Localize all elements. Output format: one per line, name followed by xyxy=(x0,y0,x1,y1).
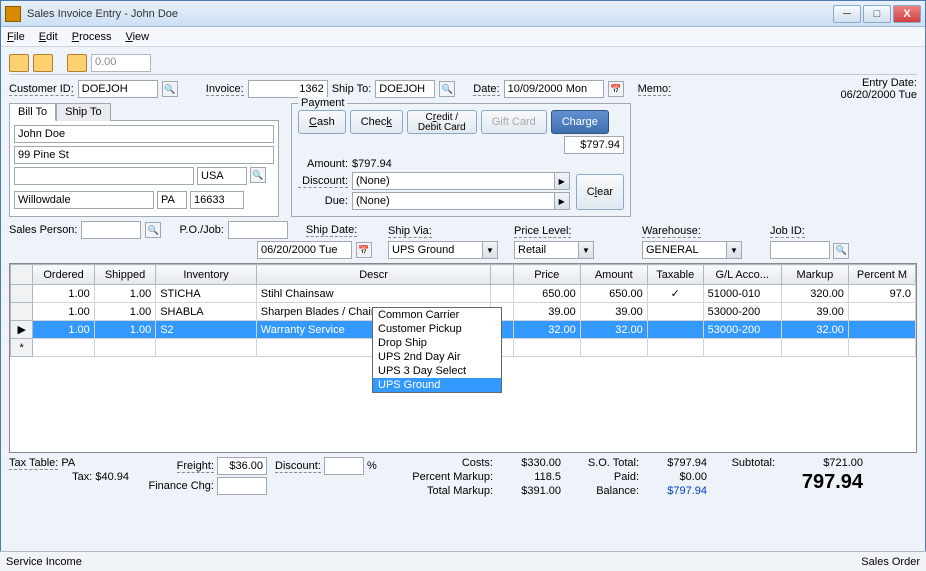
shipdate-label: Ship Date: xyxy=(306,224,357,237)
shipvia-dropdown-list[interactable]: Common CarrierCustomer PickupDrop ShipUP… xyxy=(372,307,502,393)
minimize-button[interactable]: ─ xyxy=(833,5,861,23)
billto-name[interactable] xyxy=(14,125,274,143)
pojob-label: P.O./Job: xyxy=(179,224,223,236)
billto-zip[interactable] xyxy=(190,191,244,209)
table-row[interactable]: 1.001.00STICHAStihl Chainsaw650.00650.00… xyxy=(11,285,916,303)
jobid-lookup-icon[interactable]: 🔍 xyxy=(833,243,849,259)
customer-id-label: Customer ID: xyxy=(9,83,74,96)
discount-pct-field[interactable] xyxy=(324,457,364,475)
invoice-field[interactable] xyxy=(248,80,328,98)
pricelevel-combo[interactable]: Retail▼ xyxy=(514,241,594,259)
toolbar-value: 0.00 xyxy=(91,54,151,72)
menu-edit[interactable]: Edit xyxy=(39,31,58,43)
tab-billto[interactable]: Bill To xyxy=(9,103,56,121)
entry-date-value: 06/20/2000 Tue xyxy=(841,89,917,101)
billto-country[interactable] xyxy=(197,167,247,185)
date-field[interactable] xyxy=(504,80,604,98)
pricelevel-label: Price Level: xyxy=(514,225,571,238)
discount-label: Discount: xyxy=(298,175,348,188)
amount-label: Amount: xyxy=(298,158,348,170)
amount-value: $797.94 xyxy=(352,158,392,170)
invoice-label: Invoice: xyxy=(206,83,244,96)
tab-shipto[interactable]: Ship To xyxy=(56,103,111,121)
menu-view[interactable]: View xyxy=(125,31,149,43)
jobid-field[interactable] xyxy=(770,241,830,259)
country-lookup-icon[interactable]: 🔍 xyxy=(250,167,266,183)
shipvia-option[interactable]: UPS 2nd Day Air xyxy=(373,350,501,364)
due-combo[interactable]: (None)▶ xyxy=(352,192,570,210)
window-title: Sales Invoice Entry - John Doe xyxy=(27,8,833,20)
shipto-field[interactable] xyxy=(375,80,435,98)
shipvia-option[interactable]: Common Carrier xyxy=(373,308,501,322)
warehouse-combo[interactable]: GENERAL▼ xyxy=(642,241,742,259)
customer-id-field[interactable] xyxy=(78,80,158,98)
shipdate-field[interactable] xyxy=(257,241,352,259)
status-right: Sales Order xyxy=(861,556,920,568)
jobid-label: Job ID: xyxy=(770,225,805,238)
billto-line3[interactable] xyxy=(14,167,194,185)
warehouse-label: Warehouse: xyxy=(642,225,701,238)
check-button[interactable]: Check xyxy=(350,110,403,134)
pojob-field[interactable] xyxy=(228,221,288,239)
payment-legend: Payment xyxy=(298,97,347,109)
status-left: Service Income xyxy=(6,556,82,568)
entry-date-label: Entry Date: xyxy=(841,77,917,89)
salesperson-field[interactable] xyxy=(81,221,141,239)
toolbar-icon-2[interactable] xyxy=(33,54,53,72)
clear-button[interactable]: Clear xyxy=(576,174,624,210)
billto-city[interactable] xyxy=(14,191,154,209)
customer-lookup-icon[interactable]: 🔍 xyxy=(162,81,178,97)
credit-button[interactable]: Credit /Debit Card xyxy=(407,110,477,134)
shipto-label: Ship To: xyxy=(332,83,372,95)
shipvia-label: Ship Via: xyxy=(388,225,432,238)
cash-button[interactable]: Cash xyxy=(298,110,346,134)
charge-amount[interactable] xyxy=(564,136,624,154)
shipdate-calendar-icon[interactable]: 📅 xyxy=(356,242,372,258)
shipvia-option[interactable]: UPS Ground xyxy=(373,378,501,392)
toolbar-icon-1[interactable] xyxy=(9,54,29,72)
app-icon xyxy=(5,6,21,22)
close-button[interactable]: X xyxy=(893,5,921,23)
toolbar-icon-3[interactable] xyxy=(67,54,87,72)
memo-label: Memo: xyxy=(638,83,672,96)
salesperson-label: Sales Person: xyxy=(9,224,77,236)
shipvia-option[interactable]: Drop Ship xyxy=(373,336,501,350)
billto-state[interactable] xyxy=(157,191,187,209)
maximize-button[interactable]: □ xyxy=(863,5,891,23)
shipvia-option[interactable]: Customer Pickup xyxy=(373,322,501,336)
freight-field[interactable] xyxy=(217,457,267,475)
menu-file[interactable]: File xyxy=(7,31,25,43)
salesperson-lookup-icon[interactable]: 🔍 xyxy=(145,222,161,238)
due-label: Due: xyxy=(298,195,348,207)
menu-process[interactable]: Process xyxy=(72,31,112,43)
discount-combo[interactable]: (None)▶ xyxy=(352,172,570,190)
shipto-lookup-icon[interactable]: 🔍 xyxy=(439,81,455,97)
charge-button[interactable]: Charge xyxy=(551,110,609,134)
date-calendar-icon[interactable]: 📅 xyxy=(608,81,624,97)
giftcard-button: Gift Card xyxy=(481,110,547,134)
date-label: Date: xyxy=(473,83,499,96)
grand-total: 797.94 xyxy=(783,471,863,494)
billto-street[interactable] xyxy=(14,146,274,164)
finance-field[interactable] xyxy=(217,477,267,495)
shipvia-option[interactable]: UPS 3 Day Select xyxy=(373,364,501,378)
shipvia-combo[interactable]: UPS Ground▼ xyxy=(388,241,498,259)
